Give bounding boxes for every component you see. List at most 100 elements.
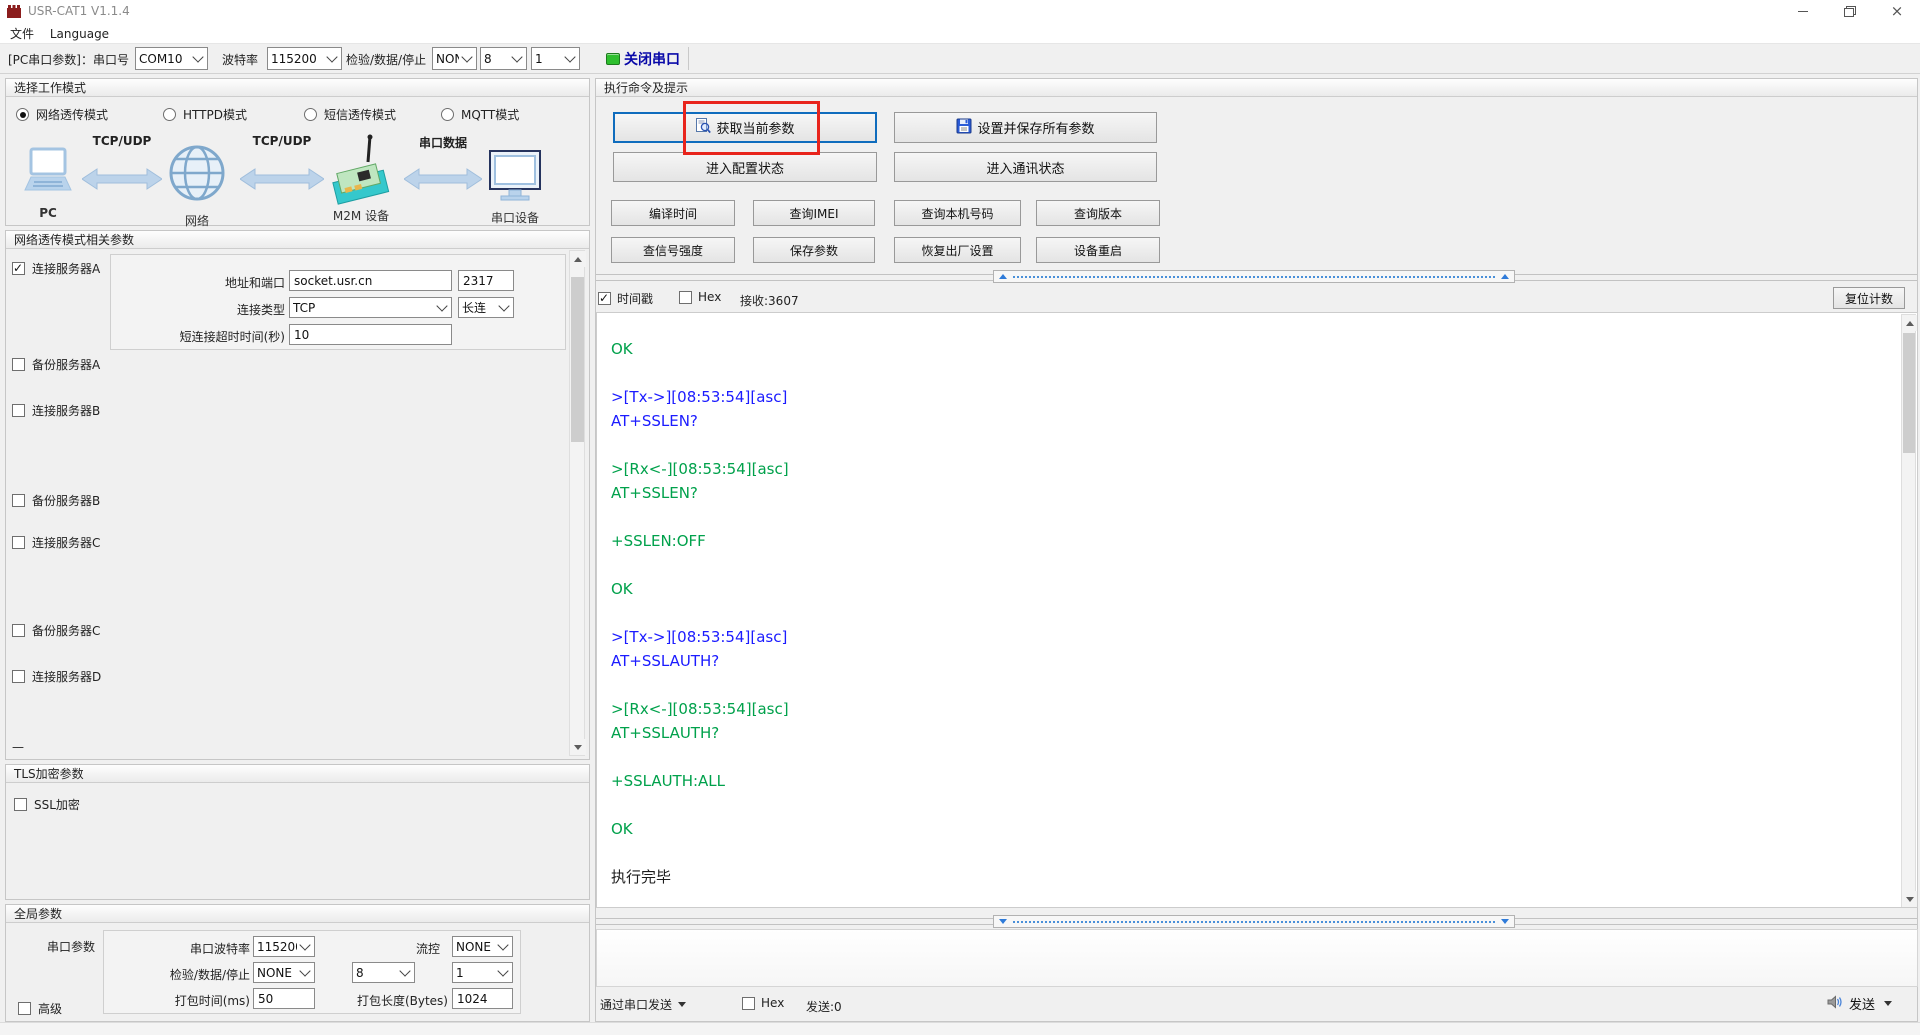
log-line: AT+SSLEN?: [611, 484, 698, 502]
chevron-down-icon: [497, 965, 509, 977]
log-line: AT+SSLEN?: [611, 412, 698, 430]
reset-counter-button[interactable]: 复位计数: [1833, 287, 1905, 309]
radio-httpd-mode[interactable]: [163, 108, 176, 121]
mode-option-mqtt[interactable]: MQTT模式: [441, 106, 519, 123]
g-databits-select[interactable]: 8: [352, 962, 415, 983]
enter-comm-button[interactable]: 进入通讯状态: [894, 152, 1157, 182]
flow-select[interactable]: NONE: [452, 936, 513, 957]
checkbox-server-a[interactable]: [12, 261, 25, 275]
factory-reset-button[interactable]: 恢复出厂设置: [894, 237, 1021, 263]
timestamp-checkbox-row[interactable]: 时间戳: [598, 290, 653, 307]
scroll-up-icon[interactable]: [570, 251, 586, 267]
pack-time-label: 打包时间(ms): [174, 994, 250, 1008]
log-scrollbar[interactable]: [1901, 314, 1917, 907]
hex-send-checkbox-row[interactable]: Hex: [742, 996, 784, 1010]
checkbox-row[interactable]: 连接服务器C: [12, 534, 100, 551]
close-button[interactable]: ×: [1880, 0, 1914, 22]
minimize-button[interactable]: [1786, 0, 1820, 22]
chevron-down-icon: [326, 51, 338, 63]
checkbox-backup-c[interactable]: [12, 624, 25, 637]
work-mode-header: 选择工作模式: [6, 79, 589, 97]
checkbox-server-d[interactable]: [12, 670, 25, 683]
g-baud-select[interactable]: 115200: [253, 936, 315, 957]
scrollbar-thumb[interactable]: [1903, 333, 1915, 453]
hex-checkbox-row[interactable]: Hex: [679, 290, 721, 304]
enter-config-button[interactable]: 进入配置状态: [613, 152, 877, 182]
ssl-checkbox-row[interactable]: SSL加密: [14, 796, 80, 813]
m2m-device-icon: [330, 134, 392, 211]
checkbox-row[interactable]: 备份服务器B: [12, 492, 100, 509]
log-line: >[Rx<-][08:53:54][asc]: [611, 700, 789, 718]
com-port-select[interactable]: COM10: [135, 47, 208, 70]
global-params-header: 全局参数: [6, 905, 589, 923]
pack-len-input[interactable]: 1024: [452, 988, 513, 1009]
save-params-button[interactable]: 保存参数: [753, 237, 875, 263]
send-input-area[interactable]: [596, 929, 1918, 987]
stopbits-select[interactable]: 1: [531, 47, 580, 70]
server-a-checkbox-row[interactable]: 连接服务器A: [12, 260, 100, 277]
chevron-down-icon: [299, 965, 311, 977]
sent-counter: 发送:0: [806, 1000, 842, 1014]
close-serial-button[interactable]: 关闭串口: [624, 49, 680, 69]
databits-select[interactable]: 8: [480, 47, 527, 70]
splitter-handle-top[interactable]: [993, 270, 1515, 283]
checkbox-backup-a[interactable]: [12, 358, 25, 371]
menu-file[interactable]: 文件: [4, 22, 40, 45]
query-imei-button[interactable]: 查询IMEI: [753, 200, 875, 226]
checkbox-advanced[interactable]: [18, 1002, 31, 1015]
query-number-button[interactable]: 查询本机号码: [894, 200, 1021, 226]
pack-time-input[interactable]: 50: [253, 988, 315, 1009]
checkbox-server-c[interactable]: [12, 536, 25, 549]
set-save-params-button[interactable]: 设置并保存所有参数: [894, 112, 1157, 143]
radio-sms-mode[interactable]: [304, 108, 317, 121]
query-signal-button[interactable]: 查信号强度: [611, 237, 735, 263]
g-parity-select[interactable]: NONE: [253, 962, 315, 983]
scrollbar-thumb[interactable]: [571, 277, 584, 442]
checkbox-hex-recv[interactable]: [679, 290, 692, 304]
checkbox-row[interactable]: 连接服务器D: [12, 668, 101, 685]
keepalive-select[interactable]: 长连: [458, 297, 514, 318]
query-version-button[interactable]: 查询版本: [1036, 200, 1160, 226]
baud-select[interactable]: 115200: [267, 47, 342, 70]
short-conn-timeout-input[interactable]: 10: [289, 324, 452, 345]
scroll-down-icon[interactable]: [1902, 891, 1917, 907]
scroll-up-icon[interactable]: [1902, 315, 1917, 331]
checkbox-timestamp[interactable]: [598, 291, 611, 305]
checkbox-row[interactable]: 备份服务器C: [12, 622, 100, 639]
log-area[interactable]: OK >[Tx->][08:53:54][asc] AT+SSLEN? >[Rx<…: [596, 312, 1918, 908]
g-stopbits-select[interactable]: 1: [452, 962, 513, 983]
get-params-button[interactable]: 获取当前参数: [613, 112, 877, 143]
radio-net-mode[interactable]: [16, 108, 29, 121]
checkbox-hex-send[interactable]: [742, 996, 755, 1010]
advanced-checkbox-row[interactable]: 高级: [18, 1000, 62, 1017]
checkbox-backup-b[interactable]: [12, 494, 25, 507]
checkbox-row[interactable]: 备份服务器A: [12, 356, 100, 373]
maximize-button[interactable]: [1832, 0, 1866, 22]
checkbox-ssl[interactable]: [14, 798, 27, 811]
checkbox-row[interactable]: 连接服务器B: [12, 402, 100, 419]
checkbox-server-b[interactable]: [12, 404, 25, 417]
mode-option-httpd[interactable]: HTTPD模式: [163, 106, 247, 123]
speaker-icon: [1826, 994, 1844, 1013]
chevron-down-icon: [564, 51, 576, 63]
left-scrollbar[interactable]: [569, 250, 586, 756]
radio-mqtt-mode[interactable]: [441, 108, 454, 121]
conn-type-select[interactable]: TCP: [289, 297, 452, 318]
parity-select[interactable]: NONI: [432, 47, 477, 70]
server-port-input[interactable]: 2317: [458, 270, 514, 291]
splitter-handle-bottom[interactable]: [993, 915, 1515, 928]
splitter-dots: [1013, 920, 1495, 923]
scroll-down-icon[interactable]: [570, 739, 586, 755]
compile-time-button[interactable]: 编译时间: [611, 200, 735, 226]
diagram-link-label: 串口数据: [418, 136, 467, 150]
device-restart-button[interactable]: 设备重启: [1036, 237, 1160, 263]
mode-option-net[interactable]: 网络透传模式: [16, 106, 108, 123]
mode-option-sms[interactable]: 短信透传模式: [304, 106, 396, 123]
send-via-serial-dropdown[interactable]: 通过串口发送: [600, 996, 687, 1013]
frame-label: 检验/数据/停止: [346, 53, 427, 67]
send-button[interactable]: 发送: [1826, 994, 1893, 1013]
server-address-input[interactable]: socket.usr.cn: [289, 270, 452, 291]
menu-language[interactable]: Language: [44, 24, 115, 44]
